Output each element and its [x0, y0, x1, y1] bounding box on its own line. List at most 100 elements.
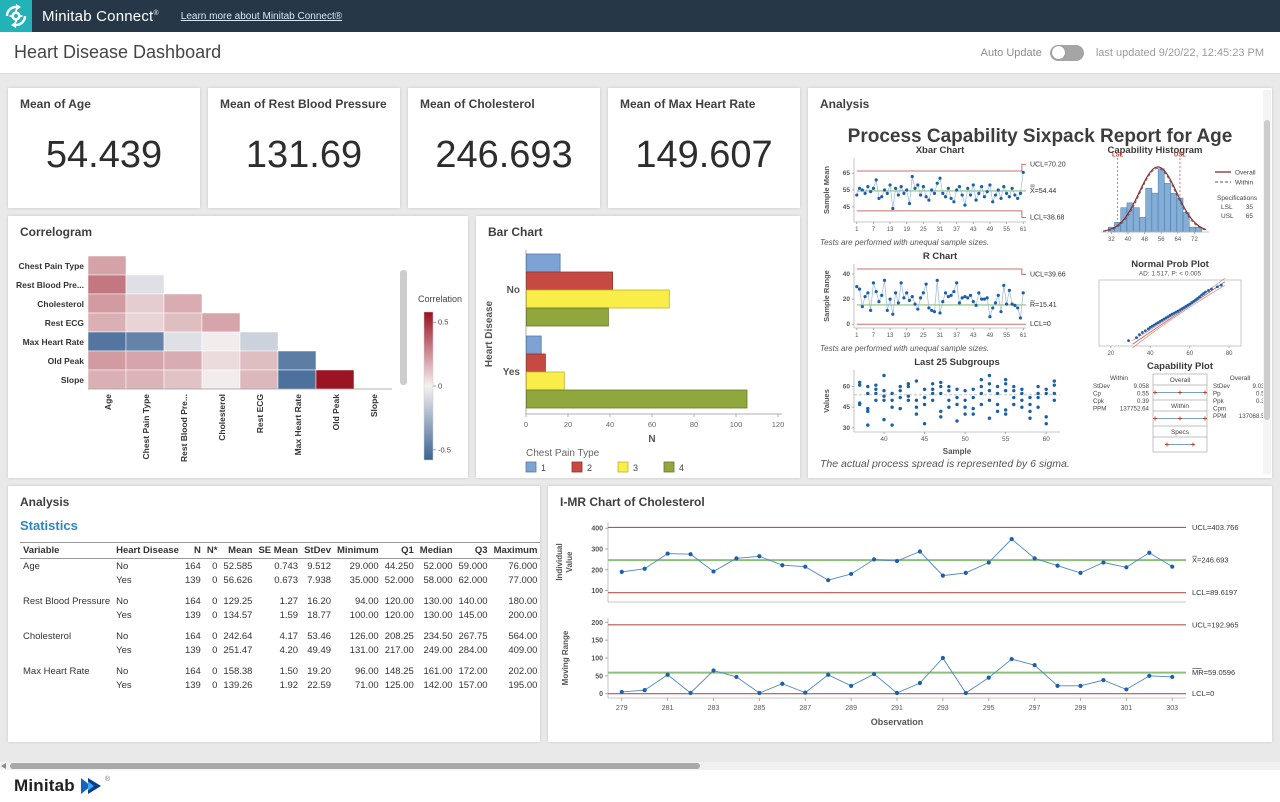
svg-text:19: 19	[903, 333, 910, 339]
svg-text:Moving Range: Moving Range	[561, 630, 570, 685]
svg-text:200: 200	[591, 620, 603, 627]
normal-prob-plot: Normal Prob PlotAD: 1.517, P: < 0.005204…	[1091, 258, 1269, 363]
xbar-note: Tests are performed with unequal sample …	[820, 238, 989, 247]
svg-text:291: 291	[891, 705, 903, 712]
svg-text:Ppk: Ppk	[1213, 398, 1225, 405]
svg-text:55: 55	[843, 187, 851, 194]
correlogram-card: Correlogram Chest Pain Type Rest Blood Pr…	[8, 216, 468, 478]
imr-chart-card: I-MR Chart of Cholesterol 100200300400UC…	[548, 486, 1272, 742]
stats-column-header: Q3	[456, 543, 491, 559]
svg-text:Rest Blood Pre...: Rest Blood Pre...	[16, 280, 84, 290]
svg-text:Old Peak: Old Peak	[48, 356, 85, 366]
svg-text:7: 7	[872, 227, 876, 233]
svg-text:Within: Within	[1171, 403, 1189, 410]
scrollbar-thumb[interactable]	[10, 763, 700, 769]
svg-text:R=15.41: R=15.41	[1030, 302, 1057, 309]
svg-text:N: N	[648, 434, 655, 445]
svg-text:Cpm: Cpm	[1213, 406, 1226, 413]
kpi-card-mean-cholesterol: Mean of Cholesterol 246.693	[408, 88, 600, 208]
stats-column-header: Heart Disease	[113, 543, 182, 559]
svg-text:Rest ECG: Rest ECG	[255, 394, 265, 434]
card-title: Correlogram	[20, 225, 92, 239]
svg-text:Last 25 Subgroups: Last 25 Subgroups	[914, 357, 1000, 368]
svg-text:0: 0	[599, 691, 603, 698]
table-row: CholesterolNo1640242.644.1753.46126.0020…	[20, 629, 540, 643]
svg-text:137752.64: 137752.64	[1120, 406, 1150, 413]
svg-text:100: 100	[591, 656, 603, 663]
svg-text:Chest Pain Type: Chest Pain Type	[141, 394, 151, 460]
minitab-footer-logo: Minitab ®	[14, 776, 110, 796]
svg-text:Xbar Chart: Xbar Chart	[916, 145, 965, 156]
svg-text:StDev: StDev	[1213, 383, 1231, 390]
correlogram-heatmap: Chest Pain TypeRest Blood Pre...Choleste…	[8, 242, 468, 481]
svg-text:Max Heart Rate: Max Heart Rate	[23, 337, 85, 347]
svg-text:55: 55	[1003, 227, 1010, 233]
svg-text:1: 1	[855, 333, 859, 339]
minitab-connect-logo[interactable]	[0, 0, 32, 32]
statistics-analysis-card: Analysis Statistics VariableHeart Diseas…	[8, 486, 540, 742]
brand-title: Minitab Connect®	[42, 8, 159, 25]
svg-text:56: 56	[1158, 237, 1165, 243]
r-chart-note: Tests are performed with unequal sample …	[820, 344, 989, 353]
kpi-value: 131.69	[208, 134, 400, 177]
page-footer: Minitab ®	[0, 762, 1280, 802]
dashboard-header: Heart Disease Dashboard Auto Update last…	[0, 32, 1280, 74]
svg-text:31: 31	[937, 227, 944, 233]
stats-column-header: StDev	[301, 543, 334, 559]
svg-text:No: No	[507, 285, 520, 296]
vertical-scrollbar[interactable]	[1263, 90, 1271, 474]
svg-text:Sample Mean: Sample Mean	[822, 166, 831, 214]
svg-text:LCL=0: LCL=0	[1192, 689, 1214, 698]
auto-update-label: Auto Update	[981, 47, 1042, 59]
kpi-card-mean-age: Mean of Age 54.439	[8, 88, 200, 208]
stats-column-header: N*	[204, 543, 221, 559]
learn-more-link[interactable]: Learn more about Minitab Connect®	[181, 11, 342, 22]
svg-text:289: 289	[845, 705, 857, 712]
svg-text:Within: Within	[1235, 180, 1253, 187]
svg-text:PPM: PPM	[1213, 413, 1226, 420]
svg-text:R Chart: R Chart	[923, 251, 958, 262]
svg-text:MR=59.0596: MR=59.0596	[1192, 668, 1235, 677]
table-row: Yes139056.6260.6737.93835.00052.00058.00…	[20, 573, 540, 587]
svg-text:LSL: LSL	[1221, 204, 1233, 211]
svg-text:0: 0	[438, 382, 442, 391]
svg-text:283: 283	[708, 705, 720, 712]
svg-text:30: 30	[843, 425, 851, 432]
svg-text:150: 150	[591, 638, 603, 645]
table-row: Max Heart RateNo1640158.381.5019.2096.00…	[20, 664, 540, 678]
svg-text:80: 80	[690, 420, 698, 429]
stats-column-header: Minimum	[334, 543, 382, 559]
svg-text:Heart Disease: Heart Disease	[484, 300, 495, 367]
bar-chart: NoYes020406080100120NHeart DiseaseChest …	[476, 242, 800, 481]
stats-column-header: Mean	[220, 543, 255, 559]
svg-text:50: 50	[961, 436, 969, 443]
svg-text:Sample Range: Sample Range	[822, 270, 831, 322]
svg-text:285: 285	[754, 705, 766, 712]
svg-text:Old Peak: Old Peak	[331, 394, 341, 431]
svg-text:25: 25	[920, 227, 927, 233]
svg-text:PPM: PPM	[1093, 406, 1106, 413]
table-row: Yes1390251.474.2049.49131.00217.00249.00…	[20, 643, 540, 657]
sync-gear-icon	[3, 3, 29, 29]
svg-text:19: 19	[903, 227, 910, 233]
kpi-card-mean-max-hr: Mean of Max Heart Rate 149.607	[608, 88, 800, 208]
svg-text:13: 13	[887, 227, 894, 233]
svg-text:279: 279	[616, 705, 628, 712]
table-row: Yes1390139.261.9222.5971.00125.00142.001…	[20, 678, 540, 692]
svg-text:55: 55	[1003, 333, 1010, 339]
scrollbar-thumb[interactable]	[1264, 120, 1270, 420]
card-title: Analysis	[20, 495, 69, 509]
scroll-left-arrow-icon[interactable]	[1, 763, 6, 769]
svg-text:Values: Values	[822, 389, 831, 413]
svg-text:Yes: Yes	[503, 367, 521, 378]
svg-text:31: 31	[937, 333, 944, 339]
svg-text:Cp: Cp	[1093, 391, 1101, 398]
svg-text:-0.5: -0.5	[438, 445, 451, 454]
horizontal-scrollbar[interactable]	[0, 762, 1280, 770]
svg-text:UCL=70.20: UCL=70.20	[1030, 161, 1066, 168]
table-row: Rest Blood PressureNo1640129.251.2716.20…	[20, 594, 540, 608]
svg-text:Specs: Specs	[1171, 429, 1190, 436]
page-title: Heart Disease Dashboard	[14, 42, 981, 63]
auto-update-toggle[interactable]	[1050, 45, 1084, 61]
table-row: Yes1390134.571.5918.77100.00120.00130.00…	[20, 608, 540, 622]
